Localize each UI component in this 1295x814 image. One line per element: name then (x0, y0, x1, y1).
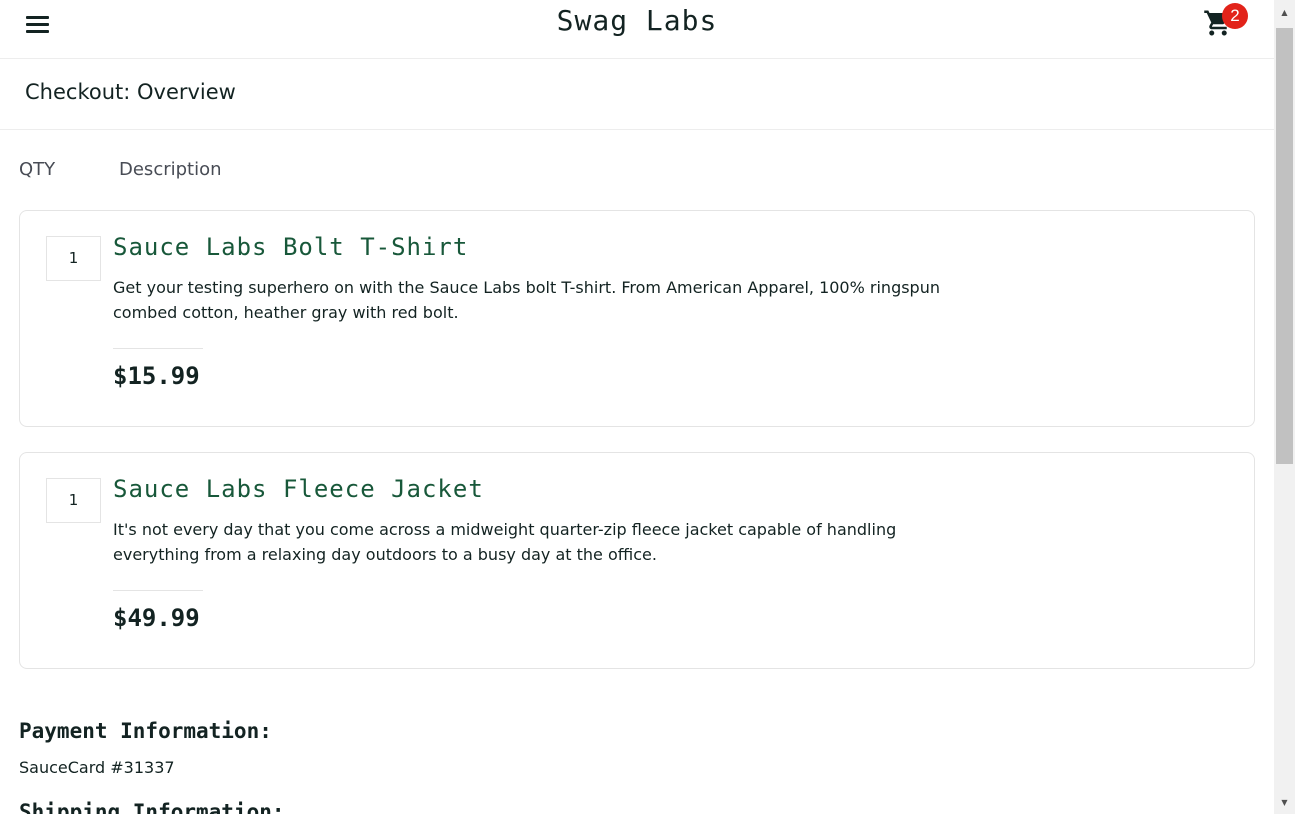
checkout-overview-page: Swag Labs 2 Checkout: Overview QTY Descr… (0, 0, 1274, 814)
payment-info-value: SauceCard #31337 (19, 758, 175, 777)
app-logo: Swag Labs (556, 4, 718, 37)
item-name-link[interactable]: Sauce Labs Bolt T-Shirt (113, 233, 468, 261)
scroll-up-arrow-icon[interactable]: ▲ (1274, 4, 1295, 21)
item-quantity: 1 (46, 478, 101, 523)
item-description: Get your testing superhero on with the S… (113, 278, 940, 322)
scroll-down-arrow-icon[interactable]: ▼ (1274, 794, 1295, 811)
item-price: $15.99 (113, 362, 200, 390)
cart-item: 1 Sauce Labs Fleece Jacket It's not ever… (19, 452, 1255, 669)
item-price: $49.99 (113, 604, 200, 632)
vertical-scrollbar[interactable]: ▲ ▼ (1274, 0, 1295, 814)
price-divider (113, 590, 203, 591)
qty-column-label: QTY (19, 159, 56, 180)
payment-info-label: Payment Information: (19, 719, 272, 743)
shipping-info-label: Shipping Information: (19, 800, 285, 814)
item-name-link[interactable]: Sauce Labs Fleece Jacket (113, 475, 484, 503)
shopping-cart-link[interactable]: 2 (1203, 3, 1248, 38)
item-quantity: 1 (46, 236, 101, 281)
item-description: It's not every day that you come across … (113, 520, 897, 564)
scrollbar-thumb[interactable] (1276, 28, 1293, 464)
cart-badge: 2 (1222, 3, 1248, 29)
description-column-label: Description (119, 159, 222, 180)
secondary-header: Checkout: Overview (0, 59, 1274, 130)
page-title: Checkout: Overview (25, 80, 236, 104)
cart-item: 1 Sauce Labs Bolt T-Shirt Get your testi… (19, 210, 1255, 427)
primary-header: Swag Labs 2 (0, 0, 1274, 59)
price-divider (113, 348, 203, 349)
